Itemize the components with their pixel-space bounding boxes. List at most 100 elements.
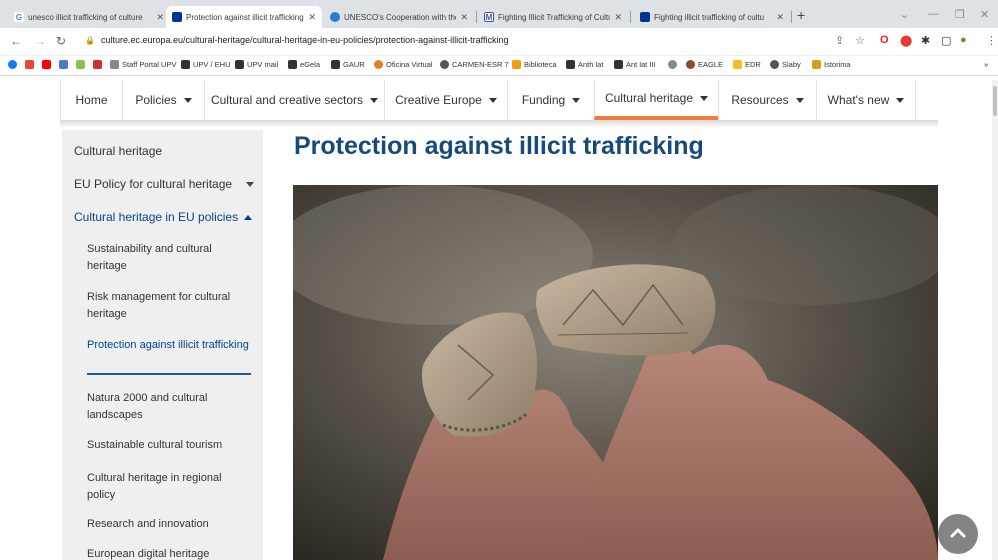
forward-icon[interactable]: → — [34, 34, 46, 48]
tab-title: unesco illicit trafficking of culture — [28, 12, 143, 22]
nav-funding[interactable]: Funding — [507, 80, 594, 120]
scrollbar-thumb[interactable] — [993, 86, 997, 116]
nav-whats-new[interactable]: What's new — [816, 80, 916, 120]
sidebar-subitem[interactable]: European digital heritage — [87, 546, 252, 560]
bookmark-icon — [288, 60, 297, 69]
bookmark-label: UPV / EHU — [193, 60, 231, 69]
close-icon[interactable]: ✕ — [614, 12, 622, 23]
browser-tab-active[interactable]: Protection against illicit trafficking ✕ — [166, 6, 322, 28]
browser-tab[interactable]: M Fighting Illicit Trafficking of Cultu … — [478, 6, 628, 28]
hero-image — [293, 185, 938, 560]
close-icon[interactable]: ✕ — [460, 12, 468, 23]
bookmark-star-icon[interactable]: ☆ — [855, 34, 865, 47]
sidebar-subitem[interactable]: Sustainable cultural tourism — [87, 437, 252, 454]
extensions-icon[interactable]: ✱ — [921, 34, 930, 47]
sidebar-item-cultural-heritage[interactable]: Cultural heritage — [74, 142, 162, 160]
sidebar-subitem[interactable]: Natura 2000 and cultural landscapes — [87, 390, 252, 424]
browser-tab[interactable]: UNESCO's Cooperation with the ✕ — [324, 6, 474, 28]
eu-flag-icon — [172, 12, 182, 22]
sidebar-label: Cultural heritage in EU policies — [74, 210, 239, 224]
bookmark-gaur[interactable]: GAUR — [331, 60, 365, 69]
nav-label: Cultural and creative sectors — [210, 93, 364, 107]
bookmark-facebook[interactable] — [8, 60, 17, 69]
browser-tab[interactable]: G unesco illicit trafficking of culture … — [8, 6, 170, 28]
new-tab-icon[interactable]: + — [797, 7, 805, 23]
sidebar-item-eu-policy[interactable]: EU Policy for cultural heritage — [74, 175, 255, 193]
reload-icon[interactable]: ↻ — [56, 34, 66, 48]
nav-cultural-heritage[interactable]: Cultural heritage — [594, 80, 718, 120]
sidebar-label: Cultural heritage — [74, 144, 163, 158]
nav-label: Creative Europe — [395, 93, 482, 107]
caret-down-icon — [572, 97, 581, 103]
bookmark-icon — [76, 60, 85, 69]
double-chevron-icon: » — [984, 60, 989, 69]
close-icon[interactable]: ✕ — [308, 12, 316, 23]
sidebar-label: EU Policy for cultural heritage — [74, 177, 233, 191]
bookmark-eagle[interactable]: EAGLE — [686, 60, 723, 69]
menu-kebab-icon[interactable]: ⋮ — [986, 34, 997, 47]
close-icon[interactable]: ✕ — [776, 12, 784, 23]
scroll-to-top-button[interactable] — [938, 514, 978, 554]
share-icon[interactable]: ⇪ — [835, 34, 844, 47]
url-field[interactable]: 🔒 culture.ec.europa.eu/cultural-heritage/… — [85, 35, 509, 45]
profile-avatar-icon[interactable]: ● — [960, 34, 967, 46]
tab-title: Protection against illicit trafficking — [186, 12, 304, 22]
browser-tab[interactable]: Fighting illicit trafficking of cultu ✕ — [634, 6, 790, 28]
bookmark-oficina-virtual[interactable]: Oficina Virtual — [374, 60, 433, 69]
nav-home[interactable]: Home — [60, 80, 122, 120]
bookmark-label: Istorima — [824, 60, 851, 69]
bookmark-label: GAUR — [343, 60, 365, 69]
bookmark-4[interactable] — [59, 60, 68, 69]
bookmarks-bar: Staff Portal UPV UPV / EHU UPV mail eGel… — [0, 56, 998, 76]
back-icon[interactable]: ← — [10, 34, 22, 48]
adblock-icon[interactable]: ⬤ — [900, 34, 912, 47]
bookmark-17[interactable] — [668, 60, 677, 69]
bookmark-staff-portal[interactable]: Staff Portal UPV — [110, 60, 176, 69]
nav-shadow — [60, 120, 938, 128]
bookmark-icon — [110, 60, 119, 69]
caret-down-icon — [488, 97, 497, 103]
nav-policies[interactable]: Policies — [122, 80, 204, 120]
bookmark-anth-lat[interactable]: Anth lat — [566, 60, 603, 69]
sidebar-subitem[interactable]: Research and innovation — [87, 516, 252, 533]
nav-cultural-creative-sectors[interactable]: Cultural and creative sectors — [204, 80, 384, 120]
side-panel-icon[interactable]: ▢ — [941, 34, 951, 47]
bookmark-icon — [812, 60, 821, 69]
bookmark-ant-lat-iii[interactable]: Ant lat III — [614, 60, 656, 69]
bookmark-label: Staff Portal UPV — [122, 60, 177, 69]
minimize-icon[interactable]: — — [928, 8, 939, 20]
restore-icon[interactable]: ❐ — [955, 8, 965, 21]
nav-label: Policies — [135, 93, 177, 107]
sidebar-subitem-active[interactable]: Protection against illicit trafficking — [87, 337, 252, 354]
bookmarks-overflow[interactable]: » — [984, 60, 988, 69]
close-icon[interactable]: ✕ — [156, 12, 164, 23]
nav-resources[interactable]: Resources — [718, 80, 816, 120]
sidebar-subitem[interactable]: Sustainability and cultural heritage — [87, 241, 252, 275]
bookmark-6[interactable] — [93, 60, 102, 69]
page-scrollbar[interactable] — [992, 80, 998, 560]
close-window-icon[interactable]: ✕ — [980, 8, 989, 21]
bookmark-label: EAGLE — [698, 60, 724, 69]
sidebar-subitem[interactable]: Cultural heritage in regional policy — [87, 470, 252, 504]
bookmark-youtube[interactable] — [42, 60, 51, 69]
caret-down-icon — [700, 95, 709, 101]
bookmark-carmen[interactable]: CARMEN-ESR 7 — [440, 60, 509, 69]
sidebar-item-eu-policies[interactable]: Cultural heritage in EU policies — [74, 208, 253, 226]
bookmark-istorima[interactable]: Istorima — [812, 60, 851, 69]
bookmark-upv-mail[interactable]: UPV mail — [235, 60, 278, 69]
tab-search-icon[interactable]: ⌄ — [900, 8, 909, 21]
bookmark-5[interactable] — [76, 60, 85, 69]
bookmark-icon — [512, 60, 521, 69]
bookmark-label: CARMEN-ESR 7 — [452, 60, 509, 69]
bookmark-biblioteca[interactable]: Biblioteca — [512, 60, 557, 69]
bookmark-upv-ehu[interactable]: UPV / EHU — [181, 60, 231, 69]
bookmark-egela[interactable]: eGela — [288, 60, 320, 69]
lock-icon: 🔒 — [85, 36, 95, 45]
bookmark-slaby[interactable]: Slaby — [770, 60, 801, 69]
opera-icon[interactable]: O — [880, 34, 889, 46]
tab-title: Fighting illicit trafficking of cultu — [654, 12, 765, 22]
sidebar-subitem[interactable]: Risk management for cultural heritage — [87, 289, 252, 323]
bookmark-edr[interactable]: EDR — [733, 60, 761, 69]
nav-creative-europe[interactable]: Creative Europe — [384, 80, 507, 120]
bookmark-gmail[interactable] — [25, 60, 34, 69]
